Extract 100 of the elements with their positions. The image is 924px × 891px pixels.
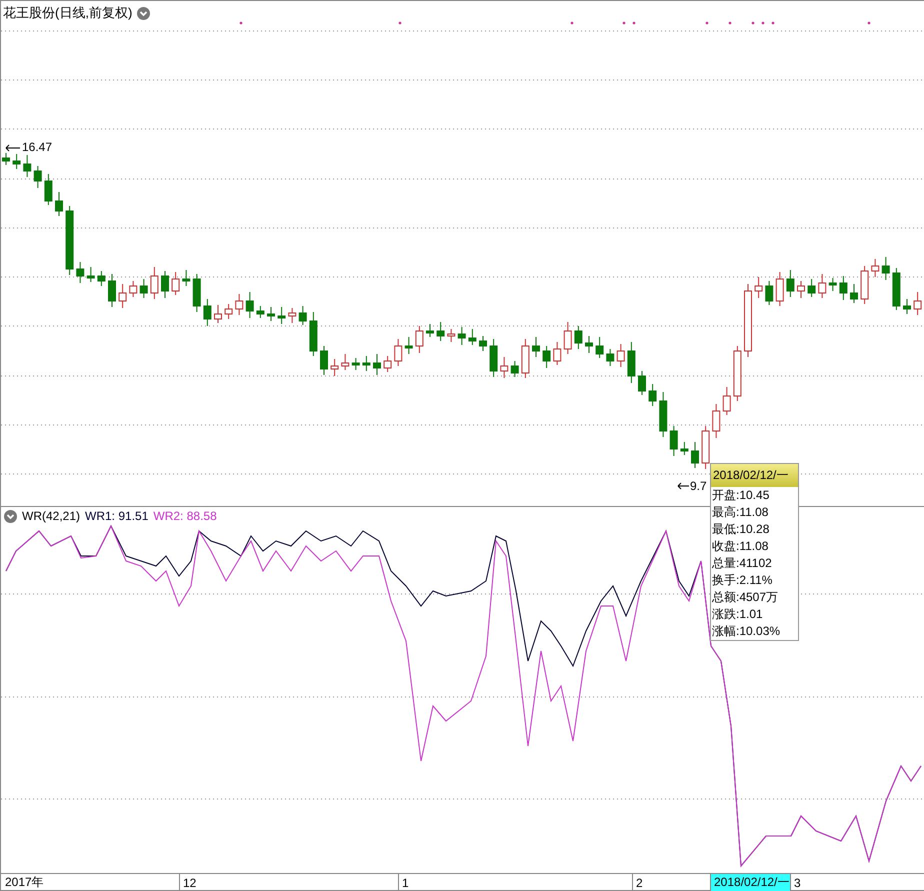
candlestick xyxy=(129,280,138,298)
candlestick xyxy=(44,174,52,206)
candlestick xyxy=(860,266,869,304)
candlestick xyxy=(384,356,392,372)
candlestick xyxy=(76,262,84,284)
tooltip-row-text: 开盘:10.45 xyxy=(711,487,770,504)
arrow-icon xyxy=(6,144,20,152)
candlestick xyxy=(850,284,858,304)
candlestick xyxy=(320,346,328,376)
candlestick xyxy=(426,324,434,338)
candlestick xyxy=(797,280,805,298)
candlestick xyxy=(808,278,816,298)
axis-label: 1 xyxy=(398,874,632,891)
tooltip-row-text: 收盘:11.08 xyxy=(711,538,770,555)
candlestick xyxy=(140,278,148,298)
candlestick xyxy=(754,276,763,298)
event-dot xyxy=(240,22,242,24)
event-dot xyxy=(762,22,764,24)
candlestick xyxy=(415,326,424,354)
candlestick xyxy=(394,338,402,366)
dropdown-icon[interactable] xyxy=(4,510,17,522)
candlestick xyxy=(172,272,180,296)
indicator-value: WR1: 91.51 xyxy=(85,509,148,523)
event-dot xyxy=(728,22,732,24)
candlestick xyxy=(574,326,582,350)
candlestick xyxy=(712,404,720,438)
candlestick xyxy=(192,274,201,312)
high-price-label: 16.47 xyxy=(22,141,52,154)
candlestick xyxy=(2,152,10,166)
candlestick xyxy=(256,306,264,318)
event-dot xyxy=(570,22,574,24)
candlestick xyxy=(246,292,254,318)
axis-label: 3 xyxy=(790,874,924,891)
candlestick xyxy=(373,354,381,376)
candlestick xyxy=(278,306,286,324)
candlestick xyxy=(596,336,604,358)
candlestick xyxy=(510,360,519,378)
candlestick xyxy=(86,266,95,282)
candlestick xyxy=(468,328,476,346)
candlestick xyxy=(298,306,307,326)
candlestick xyxy=(161,270,169,298)
candlestick xyxy=(521,338,530,378)
dropdown-icon[interactable] xyxy=(137,6,150,20)
chart-title: 花王股份(日线,前复权) xyxy=(3,4,132,22)
candlestick xyxy=(108,274,116,308)
candlestick xyxy=(404,336,413,354)
candlestick xyxy=(288,308,296,324)
tooltip-row-text: 最低:10.28 xyxy=(711,521,770,538)
tooltip-row-text: 涨幅:10.03% xyxy=(711,623,782,640)
tooltip-row-text: 涨跌:1.01 xyxy=(711,606,764,623)
candlestick xyxy=(733,346,742,402)
event-dot xyxy=(868,22,870,24)
candlestick xyxy=(585,336,593,354)
candlestick xyxy=(235,294,244,316)
candlestick xyxy=(542,346,551,368)
candlestick xyxy=(352,358,360,370)
candlestick xyxy=(914,292,922,316)
event-dot xyxy=(706,22,708,24)
candlestick xyxy=(330,358,339,376)
candlestick xyxy=(871,258,880,278)
candlestick xyxy=(839,276,848,300)
candlestick xyxy=(55,192,63,216)
tooltip-date: 2018/02/12/一 xyxy=(711,464,798,487)
candlestick xyxy=(214,304,222,324)
candlestick xyxy=(882,256,890,280)
event-dot xyxy=(772,22,774,24)
candlestick xyxy=(691,442,699,468)
candlestick xyxy=(12,154,21,170)
candlestick xyxy=(765,280,774,306)
event-dot xyxy=(632,22,636,24)
candlestick xyxy=(150,266,158,300)
event-dot xyxy=(622,22,626,24)
candlestick xyxy=(648,384,657,406)
candlestick xyxy=(224,304,233,320)
event-dot xyxy=(752,22,754,24)
candlestick xyxy=(638,370,646,396)
indicator-value: WR2: 88.58 xyxy=(153,509,217,523)
candlestick xyxy=(267,306,275,322)
candlestick xyxy=(722,386,731,416)
candlestick xyxy=(564,322,572,354)
candlestick xyxy=(670,426,678,456)
candlestick xyxy=(203,298,212,326)
indicator-name: WR(42,21) xyxy=(22,509,80,523)
candlestick xyxy=(436,322,445,342)
candlestick xyxy=(447,328,456,342)
candlestick xyxy=(553,342,562,366)
candlestick xyxy=(828,278,837,292)
candlestick xyxy=(818,274,826,298)
axis-label: 12 xyxy=(179,874,398,891)
candlestick xyxy=(490,338,498,378)
tooltip-row-text: 换手:2.11% xyxy=(711,572,774,589)
event-dot xyxy=(398,22,402,24)
candlestick xyxy=(903,298,911,314)
axis-label: 2017年 xyxy=(4,874,45,891)
candlestick xyxy=(786,270,794,298)
candlestick xyxy=(606,348,614,366)
candlestick xyxy=(616,344,625,368)
candlestick xyxy=(776,272,784,306)
candlestick xyxy=(500,356,508,378)
candlestick xyxy=(182,270,190,286)
